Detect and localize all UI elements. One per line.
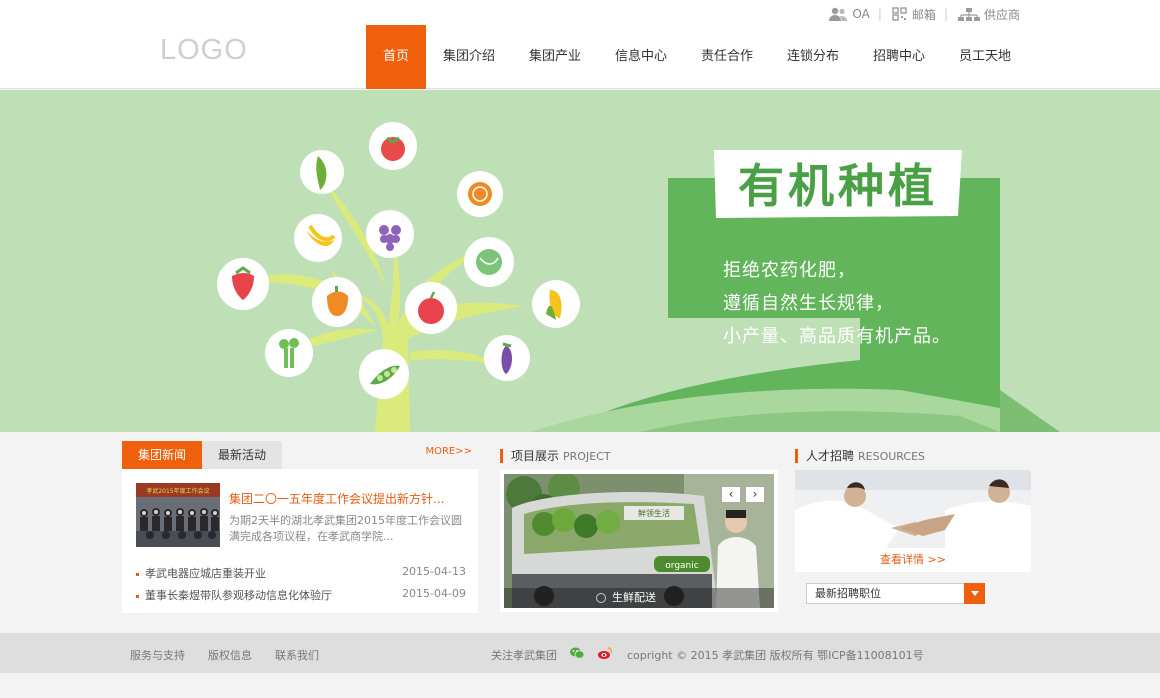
banner-illustration: 有机种植 bbox=[217, 122, 1060, 432]
top-links: OA | 邮箱 | 供应商 bbox=[818, 4, 1020, 24]
logo[interactable]: LOGO bbox=[160, 34, 248, 67]
hr-heading: 人才招聘 RESOURCES bbox=[795, 449, 925, 463]
tab-group-news[interactable]: 集团新闻 bbox=[122, 441, 202, 469]
featured-news-summary: 为期2天半的湖北孝武集团2015年度工作会议圆满完成各项议程，在孝武商学院... bbox=[229, 514, 462, 543]
divider: | bbox=[877, 7, 882, 21]
project-title-en: PROJECT bbox=[563, 450, 611, 463]
meeting-photo: 孝武2015年度工作会议 bbox=[136, 483, 220, 547]
main-nav: 首页 集团介绍 集团产业 信息中心 责任合作 连锁分布 招聘中心 员工天地 bbox=[366, 25, 1028, 89]
orange-icon bbox=[457, 171, 503, 217]
copyright-text: copright © 2015 孝武集团 版权所有 鄂ICP备11008101号 bbox=[627, 649, 924, 662]
chevron-down-icon[interactable] bbox=[964, 583, 985, 604]
news-panel: 孝武2015年度工作会议 集团二〇一五年度工作会议提出新方针... 为期2天半的… bbox=[122, 469, 478, 613]
slogan-line-1: 拒绝农药化肥， bbox=[723, 260, 856, 281]
header: LOGO OA | 邮箱 | 供应商 首页 集团介绍 集团产业 信息中心 责任合… bbox=[0, 0, 1160, 89]
follow-label: 关注孝武集团 bbox=[491, 649, 557, 662]
pepper-icon bbox=[312, 277, 362, 327]
news-item-title: 董事长秦煜带队参观移动信息化体验厅 bbox=[145, 589, 332, 602]
footer-link-support[interactable]: 服务与支持 bbox=[130, 647, 185, 663]
cabbage-icon bbox=[464, 237, 514, 287]
van-label: organic bbox=[665, 561, 698, 571]
nav-item-industry[interactable]: 集团产业 bbox=[512, 25, 598, 89]
oa-link[interactable]: OA bbox=[828, 7, 870, 21]
mail-link[interactable]: 邮箱 bbox=[892, 6, 936, 23]
users-icon bbox=[829, 7, 848, 21]
field-edge bbox=[1000, 390, 1060, 432]
bullet bbox=[136, 572, 139, 576]
strawberry-icon bbox=[217, 258, 269, 310]
supplier-link[interactable]: 供应商 bbox=[957, 6, 1020, 23]
mail-label: 邮箱 bbox=[911, 7, 936, 22]
banner-headline: 有机种植 bbox=[738, 159, 938, 213]
hr-title-en: RESOURCES bbox=[858, 450, 926, 463]
project-slider: 鲜领生活 organic ‹ › 生鲜配送 bbox=[500, 470, 778, 612]
project-slide[interactable]: 鲜领生活 organic ‹ › 生鲜配送 bbox=[504, 474, 774, 608]
more-link[interactable]: MORE>> bbox=[425, 446, 472, 457]
hr-title: 人才招聘 bbox=[806, 449, 855, 463]
list-item[interactable]: 董事长秦煜带队参观移动信息化体验厅 2015-04-09 bbox=[136, 587, 466, 603]
next-arrow-button[interactable]: › bbox=[745, 486, 765, 503]
hr-banner[interactable]: 查看详情 >> bbox=[795, 470, 1031, 572]
supplier-label: 供应商 bbox=[983, 7, 1020, 22]
slide-caption-text: 生鲜配送 bbox=[612, 591, 656, 604]
footer-link-contact[interactable]: 联系我们 bbox=[275, 647, 319, 663]
eggplant-icon bbox=[484, 335, 530, 381]
view-details-link[interactable]: 查看详情 >> bbox=[795, 548, 1031, 572]
footer-link-copyright[interactable]: 版权信息 bbox=[208, 647, 252, 663]
news-thumbnail[interactable]: 孝武2015年度工作会议 bbox=[136, 483, 220, 547]
nav-item-responsibility[interactable]: 责任合作 bbox=[684, 25, 770, 89]
apple-icon bbox=[405, 282, 457, 334]
peas-icon bbox=[359, 349, 409, 399]
news-item-date: 2015-04-09 bbox=[402, 587, 466, 600]
qr-icon bbox=[892, 7, 907, 21]
divider: | bbox=[943, 7, 948, 21]
nav-item-recruit[interactable]: 招聘中心 bbox=[856, 25, 942, 89]
hero-banner[interactable]: 有机种植 拒绝农药化肥， 遵循自然生长规律， 小产量、高品质有机产品。 bbox=[0, 90, 1160, 432]
nav-item-about[interactable]: 集团介绍 bbox=[426, 25, 512, 89]
bullet bbox=[136, 594, 139, 598]
slogan-line-2: 遵循自然生长规律， bbox=[723, 293, 894, 314]
cucumber-icon bbox=[300, 150, 344, 194]
van-text: 鲜领生活 bbox=[638, 508, 670, 518]
thumbnail-banner-text: 孝武2015年度工作会议 bbox=[146, 487, 209, 495]
nav-item-home[interactable]: 首页 bbox=[366, 25, 426, 89]
job-select-value: 最新招聘职位 bbox=[815, 587, 881, 600]
celery-icon bbox=[265, 329, 313, 377]
news-tabs: 集团新闻 最新活动 bbox=[122, 441, 282, 469]
prev-arrow-button[interactable]: ‹ bbox=[721, 486, 741, 503]
wechat-icon[interactable] bbox=[569, 645, 585, 661]
footer: 服务与支持 版权信息 联系我们 关注孝武集团 copright © 2015 孝… bbox=[0, 633, 1160, 673]
tab-latest-events[interactable]: 最新活动 bbox=[202, 441, 282, 469]
nav-item-chain[interactable]: 连锁分布 bbox=[770, 25, 856, 89]
project-heading: 项目展示 PROJECT bbox=[500, 449, 611, 463]
slide-caption: 生鲜配送 bbox=[504, 588, 774, 608]
featured-news-title[interactable]: 集团二〇一五年度工作会议提出新方针... bbox=[229, 490, 444, 507]
nav-item-staff[interactable]: 员工天地 bbox=[942, 25, 1028, 89]
banana-icon bbox=[294, 214, 342, 262]
corn-icon bbox=[532, 280, 580, 328]
nav-item-news[interactable]: 信息中心 bbox=[598, 25, 684, 89]
grapes-icon bbox=[366, 210, 414, 258]
tomato-icon bbox=[369, 122, 417, 170]
handshake-photo bbox=[795, 470, 1031, 550]
slide-indicator[interactable] bbox=[596, 593, 606, 603]
slogan-line-3: 小产量、高品质有机产品。 bbox=[723, 326, 951, 347]
project-title: 项目展示 bbox=[511, 449, 560, 463]
org-chart-icon bbox=[957, 8, 980, 21]
oa-label: OA bbox=[852, 7, 870, 21]
job-select[interactable]: 最新招聘职位 bbox=[806, 583, 985, 604]
news-item-title: 孝武电器应城店重装开业 bbox=[145, 567, 266, 580]
news-section: 集团新闻 最新活动 MORE>> 孝武2015年度工作会议 集团二〇一五年度工作… bbox=[122, 441, 478, 613]
weibo-icon[interactable] bbox=[597, 645, 613, 661]
news-item-date: 2015-04-13 bbox=[402, 565, 466, 578]
list-item[interactable]: 孝武电器应城店重装开业 2015-04-13 bbox=[136, 565, 466, 581]
